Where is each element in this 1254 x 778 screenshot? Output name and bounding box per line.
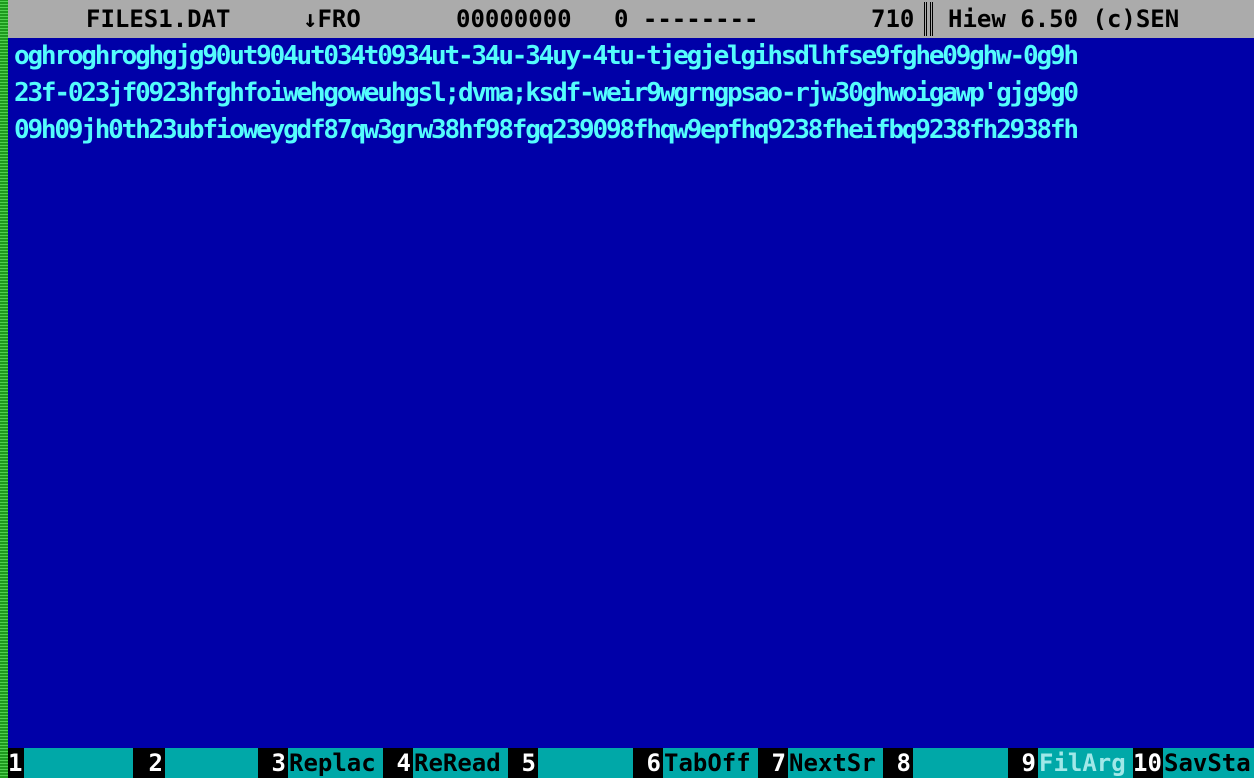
- f1-key[interactable]: 1: [8, 748, 133, 778]
- f4-key[interactable]: 4 ReRead: [383, 748, 508, 778]
- app-title: Hiew 6.50 (c)SEN: [948, 5, 1180, 33]
- column-indicator: 0 --------: [614, 5, 759, 33]
- f6-key[interactable]: 6 TabOff: [633, 748, 758, 778]
- offset: 00000000: [456, 5, 572, 33]
- filename: FILES1.DAT: [86, 5, 231, 33]
- f2-key-number: 2: [133, 748, 165, 778]
- f6-key-label: TabOff: [663, 748, 758, 778]
- f7-key-label: NextSr: [788, 748, 883, 778]
- text-line: oghroghroghgjg90ut904ut034t0934ut-34u-34…: [14, 41, 1079, 71]
- f6-key-number: 6: [633, 748, 663, 778]
- f3-key-label: Replac: [288, 748, 383, 778]
- f9-key-number: 9: [1008, 748, 1038, 778]
- f9-key[interactable]: 9 FilArg: [1008, 748, 1133, 778]
- f7-key-number: 7: [758, 748, 788, 778]
- f5-key-label: [538, 748, 633, 778]
- f9-key-label: FilArg: [1038, 748, 1133, 778]
- f1-key-number: 1: [8, 748, 24, 778]
- f10-key[interactable]: 10 SavSta: [1133, 748, 1254, 778]
- f1-key-label: [24, 748, 133, 778]
- f3-key[interactable]: 3 Replac: [258, 748, 383, 778]
- status-separator: [924, 2, 933, 36]
- f2-key-label: [165, 748, 258, 778]
- function-key-bar: 1 2 3 Replac 4 ReRead 5 6 TabOff 7 NextS…: [8, 748, 1254, 778]
- f8-key-number: 8: [883, 748, 913, 778]
- f2-key[interactable]: 2: [133, 748, 258, 778]
- f5-key-number: 5: [508, 748, 538, 778]
- left-border: [0, 0, 8, 778]
- file-size: 710: [871, 5, 915, 33]
- f8-key[interactable]: 8: [883, 748, 1008, 778]
- f7-key[interactable]: 7 NextSr: [758, 748, 883, 778]
- text-line: 09h09jh0th23ubfioweygdf87qw3grw38hf98fgq…: [14, 115, 1079, 145]
- view-mode[interactable]: ↓FRO: [303, 0, 361, 38]
- hiew-screen: FILES1.DAT ↓FRO 00000000 0 -------- 7 10 …: [0, 0, 1254, 778]
- f5-key[interactable]: 5: [508, 748, 633, 778]
- f10-key-label: SavSta: [1163, 748, 1254, 778]
- text-view[interactable]: oghroghroghgjg90ut904ut034t0934ut-34u-34…: [8, 38, 1254, 748]
- text-line: 23f-023jf0923hfghfoiwehgoweuhgsl;dvma;ks…: [14, 78, 1079, 108]
- f4-key-label: ReRead: [413, 748, 508, 778]
- f8-key-label: [913, 748, 1008, 778]
- f3-key-number: 3: [258, 748, 288, 778]
- status-bar: FILES1.DAT ↓FRO 00000000 0 -------- 710 …: [8, 0, 1254, 38]
- f10-key-number: 10: [1133, 748, 1163, 778]
- f4-key-number: 4: [383, 748, 413, 778]
